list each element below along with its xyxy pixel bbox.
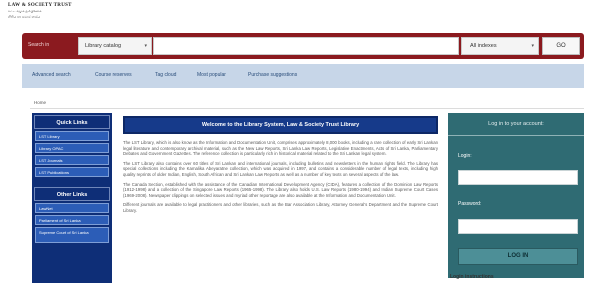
breadcrumb[interactable]: Home	[34, 100, 46, 105]
login-button[interactable]: LOG IN	[458, 248, 578, 265]
other-link-supreme-court[interactable]: Supreme Court of Sri Lanka	[35, 227, 109, 243]
search-scope-value: Library catalog	[85, 43, 122, 49]
login-instructions-link[interactable]: Login instructions	[450, 274, 494, 280]
article-paragraph: The Canada Section, established with the…	[123, 181, 438, 198]
other-link-lawnet[interactable]: LawNet	[35, 203, 109, 213]
other-link-parliament[interactable]: Parliament of Sri Lanka	[35, 215, 109, 225]
chevron-down-icon: ▾	[531, 43, 534, 49]
password-field[interactable]	[458, 219, 578, 234]
article-paragraph: The LST Library, which is also know as t…	[123, 140, 438, 157]
article-paragraph: The LST Library also contains over 60 ti…	[123, 160, 438, 177]
search-label: Search in	[28, 42, 50, 48]
logo-title: LAW & SOCIETY TRUST	[8, 3, 72, 8]
secondary-nav: Advanced search Course reserves Tag clou…	[22, 64, 584, 88]
nav-advanced-search[interactable]: Advanced search	[32, 72, 71, 78]
welcome-article: The LST Library, which is also know as t…	[123, 140, 438, 283]
nav-most-popular[interactable]: Most popular	[197, 72, 226, 78]
login-title: Log in to your account:	[488, 121, 544, 127]
login-panel: Log in to your account: Login: Password:…	[448, 113, 584, 278]
site-logo[interactable]: LAW & SOCIETY TRUST சட்ட சமூக நம்பிக்கை …	[8, 3, 98, 29]
search-input[interactable]	[153, 37, 459, 55]
login-field[interactable]	[458, 170, 578, 185]
quick-link-lst-library[interactable]: LST Library	[35, 131, 109, 141]
divider	[30, 108, 584, 109]
quick-link-lst-publications[interactable]: LST Publications	[35, 167, 109, 177]
search-scope-select[interactable]: Library catalog ▾	[78, 37, 152, 55]
logo-subtitle-sinhala: නීතිය හා සමාජ භාරය	[8, 15, 41, 19]
login-label: Login:	[458, 153, 472, 159]
quick-links-title: Quick Links	[34, 115, 110, 129]
quick-link-library-opac[interactable]: Library OPAC	[35, 143, 109, 153]
login-divider	[448, 135, 584, 136]
article-paragraph: Different journals are available to lega…	[123, 202, 438, 213]
search-index-select[interactable]: All indexes ▾	[461, 37, 539, 55]
quick-link-lst-journals[interactable]: LST Journals	[35, 155, 109, 165]
other-links-title: Other Links	[34, 187, 110, 201]
chevron-down-icon: ▾	[144, 43, 147, 49]
nav-purchase-suggestions[interactable]: Purchase suggestions	[248, 72, 297, 78]
password-label: Password:	[458, 201, 482, 207]
logo-subtitle-tamil: சட்ட சமூக நம்பிக்கை	[8, 9, 42, 13]
sidebar: Quick Links LST Library Library OPAC LST…	[32, 113, 112, 283]
nav-course-reserves[interactable]: Course reserves	[95, 72, 132, 78]
go-button[interactable]: GO	[542, 37, 580, 55]
nav-tag-cloud[interactable]: Tag cloud	[155, 72, 176, 78]
search-index-value: All indexes	[470, 43, 497, 49]
welcome-title: Welcome to the Library System, Law & Soc…	[123, 116, 438, 134]
search-bar: Search in Library catalog ▾ All indexes …	[22, 33, 584, 59]
